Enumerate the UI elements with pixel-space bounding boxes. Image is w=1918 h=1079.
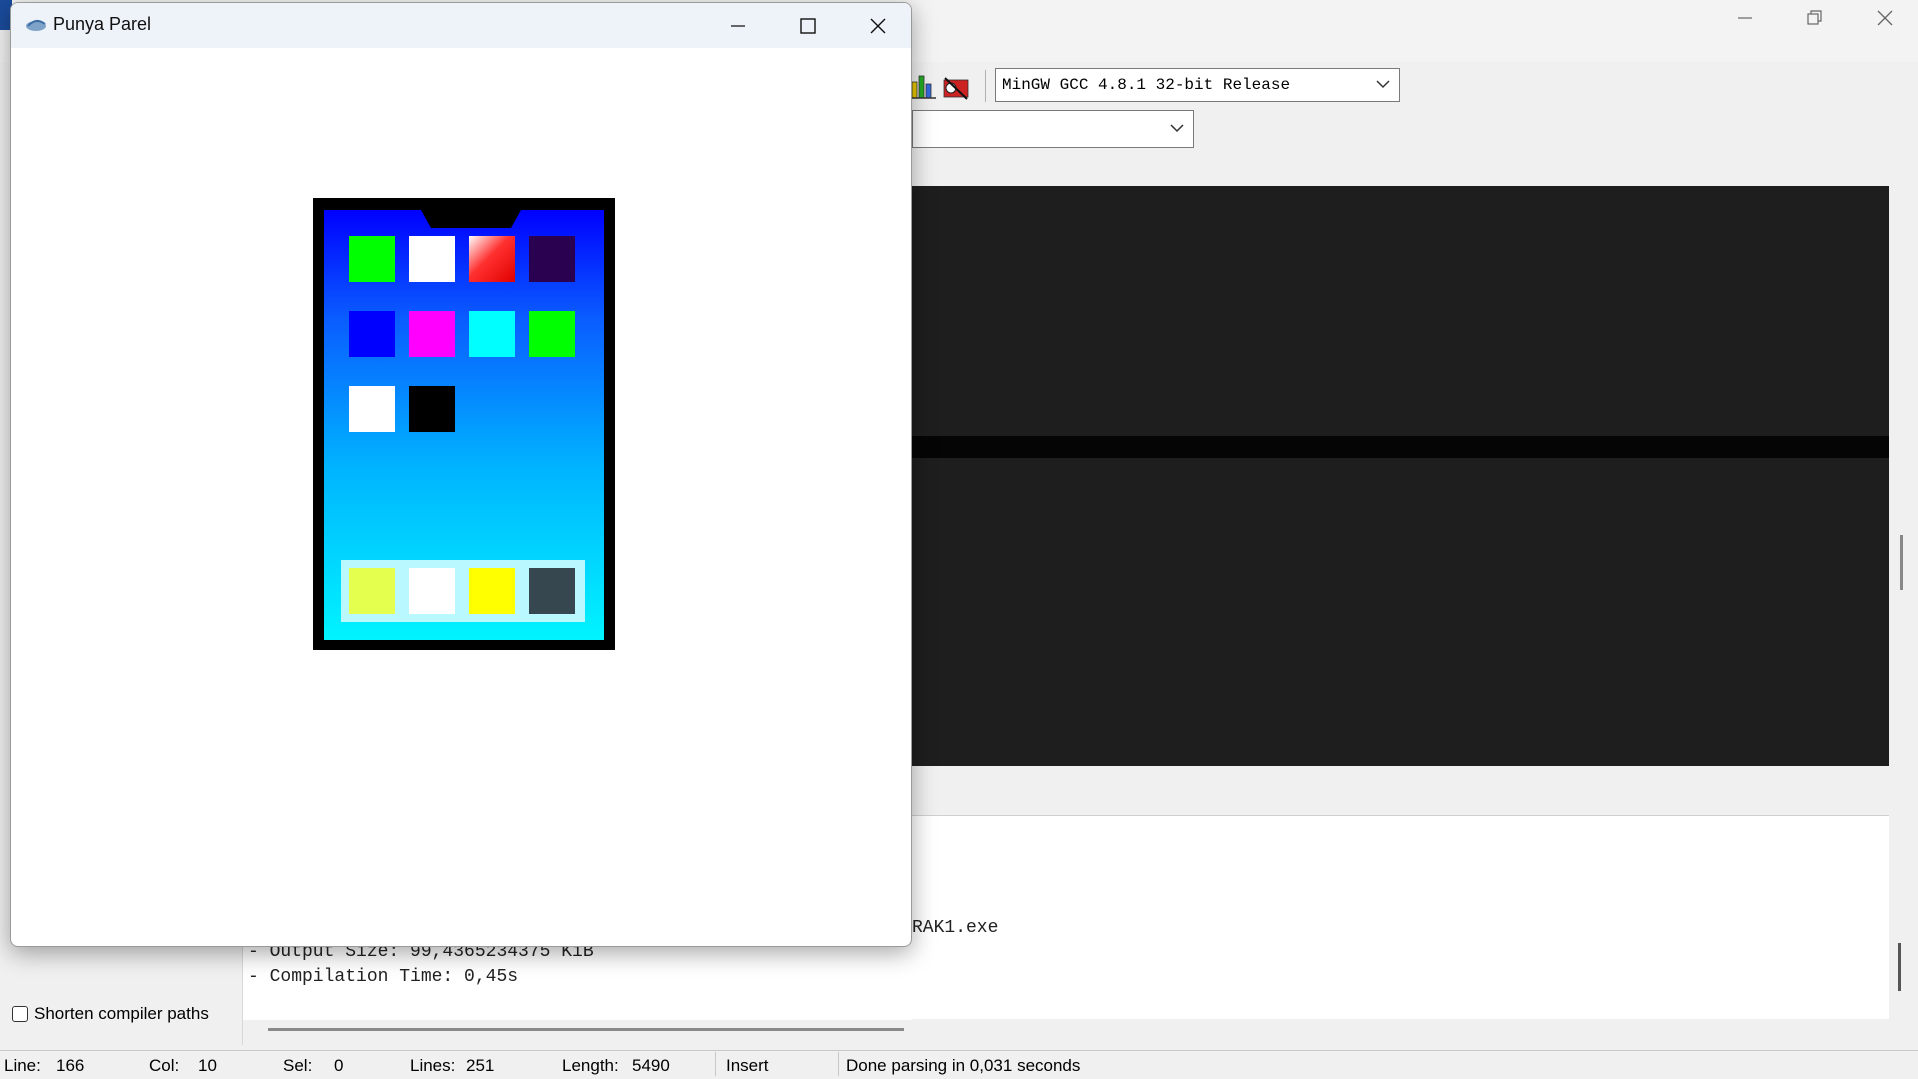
minimize-icon [1738,17,1752,19]
restore-icon [1807,10,1822,25]
compile-log-panel [912,815,1889,1019]
phone-dock-app-icon [529,568,575,614]
phone-app-icon [409,236,455,282]
compiler-select[interactable]: MinGW GCC 4.8.1 32-bit Release [995,68,1400,102]
phone-dock-app-icon [469,568,515,614]
shorten-compiler-paths-option[interactable]: Shorten compiler paths [12,1004,209,1024]
status-col-label: Col: [149,1056,180,1075]
chevron-down-icon [1170,124,1184,133]
phone-dock-app-icon [349,568,395,614]
phone-notch [421,210,521,228]
target-select[interactable] [912,110,1194,148]
phone-dock-app-icon [409,568,455,614]
status-sel-value: 0 [334,1056,344,1075]
editor-scrollbar[interactable] [1900,535,1903,590]
toolbar-separator [985,70,986,102]
app-icon [26,20,46,31]
phone-app-icon [529,311,575,357]
editor-area[interactable] [912,186,1889,766]
close-button[interactable] [843,3,911,48]
editor-divider [912,436,1889,458]
shorten-compiler-paths-label: Shorten compiler paths [34,1004,209,1023]
status-lines-value: 251 [466,1056,495,1075]
maximize-icon [800,17,816,34]
phone-app-icon [529,236,575,282]
punya-parel-window[interactable]: Punya Parel [10,2,912,947]
ide-restore-button[interactable] [1780,0,1850,36]
phone-app-icon [469,236,515,282]
status-mode: Insert [726,1056,769,1075]
status-message: Done parsing in 0,031 seconds [846,1056,1081,1075]
status-length-label: Length: [562,1056,619,1075]
log-exe-line: RAK1.exe [912,918,999,938]
minimize-icon [731,24,745,27]
close-icon [1877,10,1893,26]
ide-close-button[interactable] [1850,0,1918,36]
phone-app-icon [409,386,455,432]
log-scrollbar[interactable] [1898,943,1901,991]
status-col-value: 10 [198,1056,217,1075]
phone-app-icon [349,386,395,432]
status-line-value: 166 [56,1056,85,1075]
status-length-value: 5490 [632,1056,670,1075]
phone-app-icon [409,311,455,357]
phone-app-icon [349,311,395,357]
window-title: Punya Parel [53,14,152,34]
status-separator [838,1052,839,1076]
profile-icon[interactable] [941,72,971,102]
chart-icon-glyph [910,75,936,99]
maximize-button[interactable] [773,3,843,48]
status-line-label: Line: [4,1056,41,1075]
profile-icon-glyph [943,77,969,100]
status-lines-label: Lines: [410,1056,456,1075]
phone-app-icon [469,311,515,357]
close-icon [870,18,886,33]
status-sel-label: Sel: [283,1056,313,1075]
shorten-compiler-paths-checkbox[interactable] [12,1006,28,1022]
chart-icon[interactable] [908,72,938,102]
log-horizontal-scrollbar[interactable] [268,1028,904,1031]
log-compilation-time: - Compilation Time: 0,45s [248,967,519,987]
status-separator [715,1052,716,1076]
ide-minimize-button[interactable] [1710,0,1780,36]
minimize-button[interactable] [703,3,773,48]
phone-app-icon [349,236,395,282]
chevron-down-icon [1376,80,1390,89]
compiler-select-value: MinGW GCC 4.8.1 32-bit Release [1002,76,1291,94]
